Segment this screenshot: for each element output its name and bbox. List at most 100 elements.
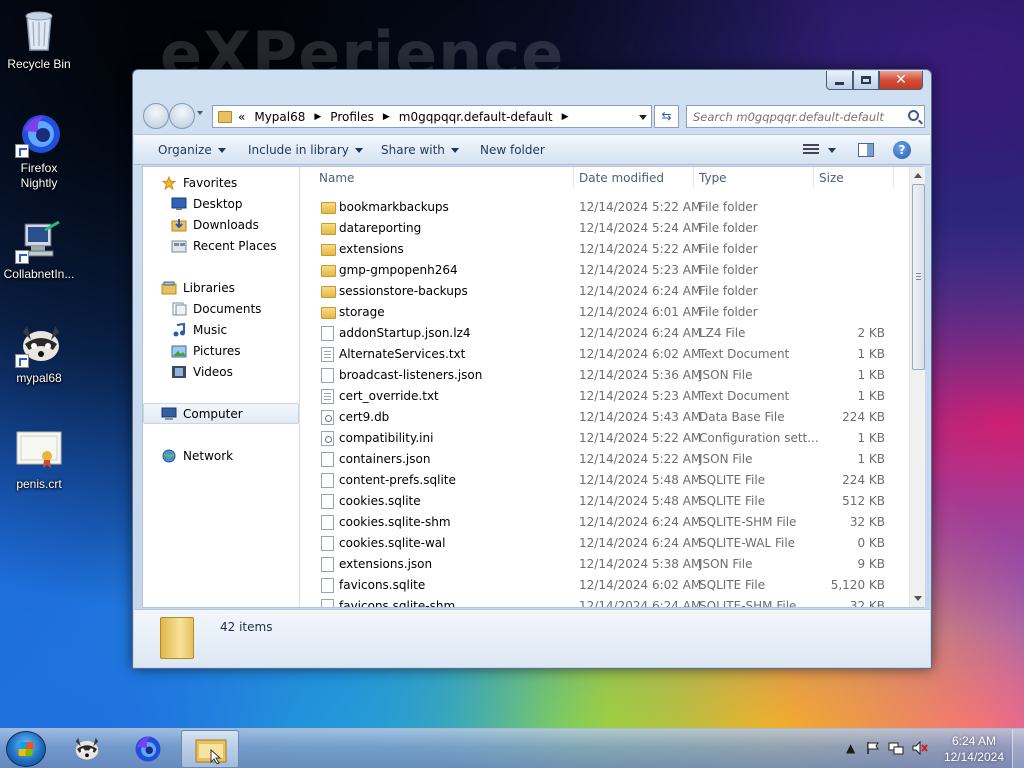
view-options-chevron-icon[interactable] (828, 148, 836, 153)
file-name: cert9.db (339, 410, 390, 424)
file-icon (321, 578, 334, 593)
file-row[interactable]: datareporting 12/14/2024 5:24 AM File fold… (301, 218, 909, 239)
file-row[interactable]: cookies.sqlite 12/14/2024 5:48 AM SQLITE F… (301, 491, 909, 512)
nav-documents[interactable]: Documents (143, 298, 299, 319)
file-row[interactable]: bookmarkbackups 12/14/2024 5:22 AM File fo… (301, 197, 909, 218)
folder-icon (321, 265, 336, 277)
file-date-modified: 12/14/2024 5:23 AM (579, 263, 702, 277)
new-folder-button[interactable]: New folder (480, 143, 545, 157)
search-box[interactable] (686, 105, 925, 128)
folder-icon (321, 223, 336, 235)
file-row[interactable]: storage 12/14/2024 6:01 AM File folder (301, 302, 909, 323)
desktop-icon-firefox-nightly[interactable]: Firefox Nightly (0, 110, 79, 191)
nav-pictures[interactable]: Pictures (143, 340, 299, 361)
column-type[interactable]: Type (699, 171, 727, 185)
file-date-modified: 12/14/2024 5:22 AM (579, 200, 702, 214)
back-button[interactable] (143, 103, 169, 129)
file-row[interactable]: containers.json 12/14/2024 5:22 AM JSON Fi… (301, 449, 909, 470)
file-row[interactable]: cert_override.txt 12/14/2024 5:23 AM Text … (301, 386, 909, 407)
volume-muted-icon[interactable] (912, 740, 928, 756)
share-with-button[interactable]: Share with (381, 143, 459, 157)
minimize-button[interactable] (826, 71, 853, 90)
include-in-library-button[interactable]: Include in library (248, 143, 363, 157)
file-date-modified: 12/14/2024 6:24 AM (579, 326, 702, 340)
breadcrumb-arrow-icon[interactable]: ▶ (562, 112, 569, 122)
refresh-button[interactable]: ⇆ (654, 105, 679, 128)
column-date-modified[interactable]: Date modified (579, 171, 664, 185)
vertical-scrollbar[interactable] (909, 167, 925, 607)
breadcrumb-profiles[interactable]: Profiles (330, 110, 374, 124)
show-desktop-button[interactable] (1012, 729, 1024, 768)
recent-pages-chevron-icon[interactable] (197, 111, 203, 115)
search-input[interactable] (687, 106, 887, 127)
file-row[interactable]: extensions 12/14/2024 5:22 AM File folder (301, 239, 909, 260)
file-type: Text Document (699, 389, 790, 403)
help-icon[interactable]: ? (893, 141, 911, 159)
navigation-bar: « Mypal68 ▶ Profiles ▶ m0gqpqqr.default-… (141, 102, 925, 130)
breadcrumb-arrow-icon[interactable]: ▶ (383, 112, 390, 122)
scroll-down-icon[interactable] (914, 596, 922, 601)
action-center-flag-icon[interactable] (866, 741, 880, 755)
nav-recent-places[interactable]: Recent Places (143, 235, 299, 256)
close-button[interactable]: ✕ (879, 71, 923, 90)
nav-videos[interactable]: Videos (143, 361, 299, 382)
file-row[interactable]: cert9.db 12/14/2024 5:43 AM Data Base File… (301, 407, 909, 428)
file-row[interactable]: addonStartup.json.lz4 12/14/2024 6:24 AM L… (301, 323, 909, 344)
file-type: File folder (699, 200, 758, 214)
scroll-up-icon[interactable] (914, 173, 922, 178)
nav-music[interactable]: Music (143, 319, 299, 340)
file-row[interactable]: sessionstore-backups 12/14/2024 6:24 AM Fi… (301, 281, 909, 302)
breadcrumb-arrow-icon[interactable]: ▶ (314, 112, 321, 122)
show-hidden-icons-chevron-icon[interactable]: ▲ (846, 741, 855, 755)
address-dropdown-icon[interactable] (639, 115, 647, 120)
item-count: 42 items (220, 620, 273, 634)
file-row[interactable]: broadcast-listeners.json 12/14/2024 5:36 … (301, 365, 909, 386)
nav-libraries[interactable]: Libraries (143, 277, 299, 298)
start-button[interactable] (6, 731, 46, 767)
taskbar-firefox-nightly[interactable] (120, 730, 178, 768)
file-size: 224 KB (842, 473, 885, 487)
preview-pane-icon[interactable] (858, 143, 874, 157)
network-status-icon[interactable] (888, 740, 904, 756)
nav-downloads[interactable]: Downloads (143, 214, 299, 235)
scrollbar-thumb[interactable] (912, 184, 925, 370)
maximize-button[interactable] (853, 71, 879, 90)
column-name[interactable]: Name (319, 171, 354, 185)
search-icon[interactable] (908, 110, 919, 121)
file-row[interactable]: cookies.sqlite-wal 12/14/2024 6:24 AM SQLI… (301, 533, 909, 554)
file-row[interactable]: AlternateServices.txt 12/14/2024 6:02 AM T… (301, 344, 909, 365)
file-row[interactable]: gmp-gmpopenh264 12/14/2024 5:23 AM File fo… (301, 260, 909, 281)
desktop-icon-certificate[interactable]: penis.crt (0, 426, 79, 492)
nav-desktop[interactable]: Desktop (143, 193, 299, 214)
certificate-icon (15, 426, 63, 474)
caption-buttons: ✕ (826, 71, 923, 90)
breadcrumb-mypal68[interactable]: Mypal68 (254, 110, 305, 124)
column-size[interactable]: Size (819, 171, 844, 185)
file-row[interactable]: compatibility.ini 12/14/2024 5:22 AM Confi… (301, 428, 909, 449)
file-row[interactable]: favicons.sqlite-shm 12/14/2024 6:24 AM SQL… (301, 596, 909, 607)
clock[interactable]: 6:24 AM 12/14/2024 (944, 733, 1004, 765)
desktop-icon-collabnet[interactable]: CollabnetIn... (0, 216, 79, 282)
nav-network[interactable]: Network (143, 445, 299, 466)
file-row[interactable]: extensions.json 12/14/2024 5:38 AM JSON Fi… (301, 554, 909, 575)
file-row[interactable]: cookies.sqlite-shm 12/14/2024 6:24 AM SQLI… (301, 512, 909, 533)
desktop-icon-recycle-bin[interactable]: Recycle Bin (0, 6, 79, 72)
taskbar-explorer[interactable] (181, 730, 239, 768)
breadcrumb-overflow[interactable]: « (238, 110, 245, 124)
nav-favorites[interactable]: Favorites (143, 172, 299, 193)
organize-label: Organize (158, 143, 212, 157)
explorer-window: ✕ « Mypal68 ▶ Profiles ▶ m0gqpqqr.defaul… (132, 69, 932, 669)
address-bar[interactable]: « Mypal68 ▶ Profiles ▶ m0gqpqqr.default-… (212, 105, 652, 128)
file-date-modified: 12/14/2024 6:01 AM (579, 305, 702, 319)
nav-computer[interactable]: Computer (143, 403, 299, 424)
file-row[interactable]: content-prefs.sqlite 12/14/2024 5:48 AM SQ… (301, 470, 909, 491)
organize-button[interactable]: Organize (158, 143, 226, 157)
forward-button[interactable] (169, 103, 195, 129)
change-view-icon[interactable] (803, 144, 819, 156)
windows-explorer-icon (195, 739, 227, 764)
taskbar-mypal68[interactable] (58, 730, 116, 768)
desktop-icon-mypal68[interactable]: mypal68 (0, 320, 79, 386)
file-date-modified: 12/14/2024 6:24 AM (579, 536, 702, 550)
breadcrumb-profile-folder[interactable]: m0gqpqqr.default-default (399, 110, 553, 124)
file-row[interactable]: favicons.sqlite 12/14/2024 6:02 AM SQLITE … (301, 575, 909, 596)
